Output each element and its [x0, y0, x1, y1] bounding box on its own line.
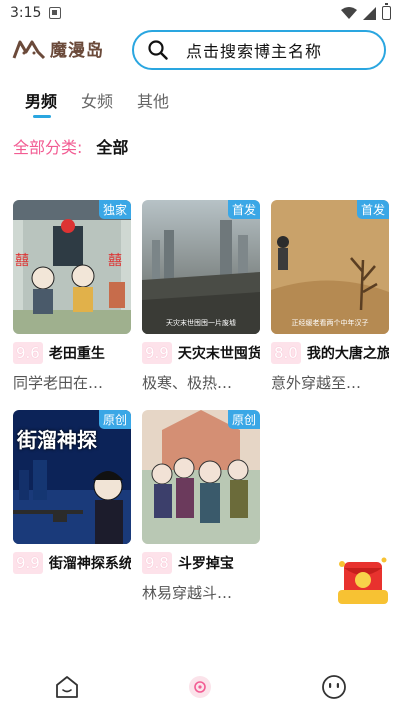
wifi-icon	[341, 6, 357, 19]
cover-tag: 原创	[227, 410, 260, 429]
comic-title: 街溜神探系统	[48, 556, 131, 572]
score-badge: 9.6	[13, 342, 43, 364]
comic-description: 极寒、极热…	[142, 374, 233, 392]
comic-cover: 原创	[142, 410, 260, 544]
cover-tag: 首发	[356, 200, 389, 219]
logo-text: 魔漫岛	[50, 41, 104, 61]
comic-title: 天灾末世囤货	[177, 346, 260, 362]
cover-caption: 正经缓老看两个中年汉子	[291, 319, 369, 327]
notification-icon	[49, 7, 62, 19]
card-meta: 9.8 斗罗掉宝	[142, 552, 260, 574]
nav-profile[interactable]	[319, 672, 349, 702]
battery-icon	[382, 3, 391, 20]
cover-tag: 原创	[98, 410, 131, 429]
tab-other[interactable]: 其他	[137, 88, 169, 112]
comic-card[interactable]: 首发 天灾末世囤囤一片废墟 9.9 天灾末世囤货 极寒、极热…	[142, 200, 260, 393]
status-bar: 3:15	[0, 0, 401, 26]
filter-all-option[interactable]: 全部	[96, 134, 128, 158]
cover-tag: 首发	[227, 200, 260, 219]
cover-tag: 独家	[98, 200, 131, 219]
card-meta: 9.6 老田重生	[13, 342, 131, 364]
profile-icon	[322, 675, 347, 699]
comic-card[interactable]: 原创 街溜神探 9.9 街溜神探系统	[13, 410, 131, 582]
comic-card[interactable]: 囍 囍 独家 9.6 老田重生 同学老田在…	[13, 200, 131, 393]
score-badge: 9.8	[142, 552, 172, 574]
svg-text:囍: 囍	[108, 253, 122, 269]
filter-row: 全部分类: 全部	[13, 134, 128, 158]
score-badge: 9.9	[142, 342, 172, 364]
logo-icon	[12, 40, 46, 59]
comic-title: 我的大唐之旅	[306, 346, 389, 362]
comic-title: 老田重生	[48, 346, 105, 362]
comic-card[interactable]: 原创 9.8 斗罗掉宝 林易穿越斗…	[142, 410, 260, 603]
svg-text:囍: 囍	[15, 253, 29, 269]
comic-cover: 原创 街溜神探	[13, 410, 131, 544]
card-meta: 9.9 天灾末世囤货	[142, 342, 260, 364]
search-input[interactable]: 点击搜索博主名称	[132, 30, 386, 70]
status-icons	[341, 3, 391, 20]
comic-title: 斗罗掉宝	[177, 556, 234, 572]
red-packet-icon	[338, 557, 388, 604]
score-badge: 9.9	[13, 552, 43, 574]
app-logo: 魔漫岛	[12, 36, 104, 61]
discover-icon	[189, 676, 212, 698]
tab-female[interactable]: 女频	[81, 88, 113, 112]
comic-card[interactable]: 首发 正经缓老看两个中年汉子 8.0 我的大唐之旅 意外穿越至…	[271, 200, 389, 393]
signal-icon	[363, 6, 376, 20]
search-icon	[148, 40, 168, 60]
tab-male[interactable]: 男频	[25, 88, 57, 118]
category-tabs: 男频 女频 其他	[25, 88, 169, 118]
nav-discover[interactable]	[185, 672, 215, 702]
home-icon	[55, 676, 78, 698]
red-packet-float-button[interactable]	[338, 556, 388, 608]
status-time: 3:15	[10, 5, 42, 21]
comic-cover: 首发 天灾末世囤囤一片废墟	[142, 200, 260, 334]
filter-label: 全部分类:	[13, 138, 83, 157]
comic-cover: 首发 正经缓老看两个中年汉子	[271, 200, 389, 334]
comic-cover: 囍 囍 独家	[13, 200, 131, 334]
comic-description: 同学老田在…	[13, 374, 104, 392]
comic-description: 意外穿越至…	[271, 374, 362, 392]
card-meta: 9.9 街溜神探系统	[13, 552, 131, 574]
app-header: 魔漫岛 点击搜索博主名称	[0, 26, 401, 74]
comic-description: 林易穿越斗…	[142, 584, 233, 602]
card-meta: 8.0 我的大唐之旅	[271, 342, 389, 364]
cover-title-art: 街溜神探	[17, 428, 97, 452]
score-badge: 8.0	[271, 342, 301, 364]
bottom-nav	[0, 664, 401, 710]
cover-caption: 天灾末世囤囤一片废墟	[166, 319, 236, 327]
search-placeholder: 点击搜索博主名称	[186, 42, 323, 61]
nav-home[interactable]	[52, 672, 82, 702]
